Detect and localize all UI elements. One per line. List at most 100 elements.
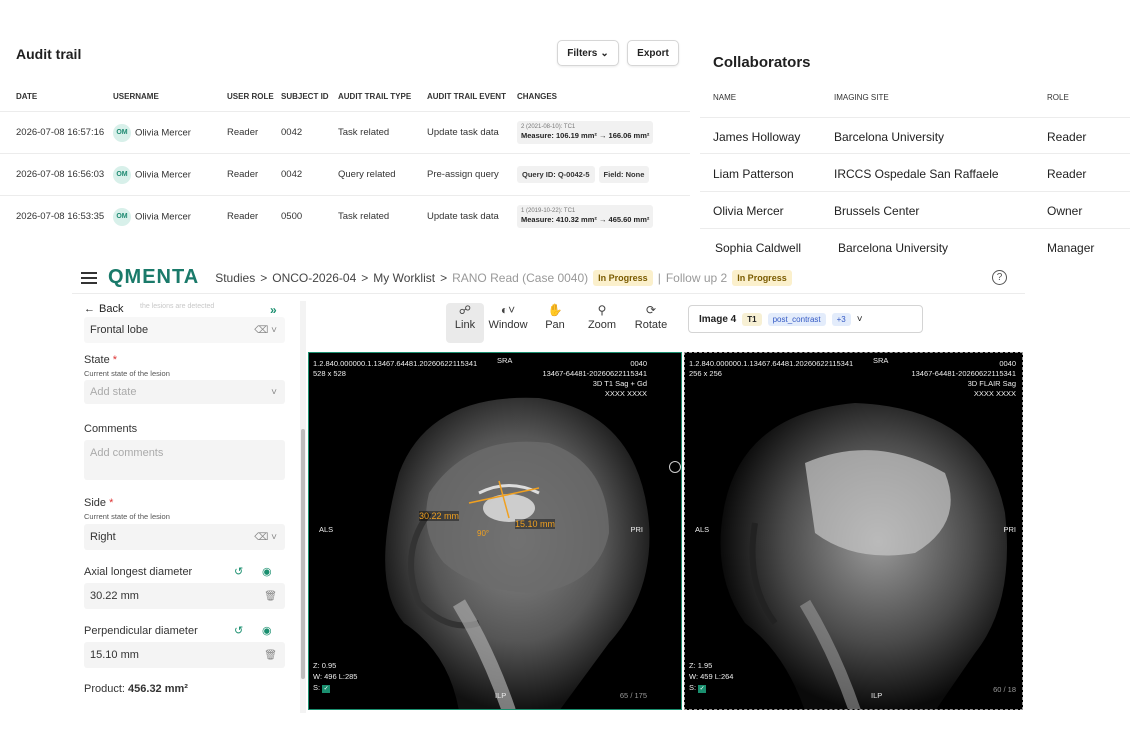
viewport-resize-handle[interactable] <box>669 461 681 473</box>
history-icon[interactable]: ↺ <box>234 565 243 578</box>
change-main: Measure: 106.19 mm² → 166.06 mm² <box>521 131 650 140</box>
orientation-left: ALS <box>319 525 334 534</box>
table-row[interactable]: 2026-07-08 16:57:16 OM Olivia Mercer Read… <box>0 111 690 154</box>
col-audit-type[interactable]: AUDIT TRAIL TYPE <box>338 86 427 112</box>
crumb-study[interactable]: ONCO-2026-04 <box>272 271 356 285</box>
sequence-name: 3D FLAIR Sag <box>967 379 1016 388</box>
tool-window[interactable]: ◐˅ Window <box>486 303 530 331</box>
status-badge: In Progress <box>593 269 653 286</box>
list-item[interactable]: James Holloway Barcelona University Read… <box>700 117 1130 154</box>
arrow-left-icon: ← <box>84 303 95 315</box>
table-row[interactable]: 2026-07-08 16:56:03 OM Olivia Mercer Read… <box>0 153 690 196</box>
list-item[interactable]: Liam Patterson IRCCS Ospedale San Raffae… <box>700 155 1130 192</box>
cell-username: OM Olivia Mercer <box>113 153 227 196</box>
cell-event: Update task data <box>427 195 517 238</box>
s-toggle[interactable]: S: ✓ <box>689 683 707 693</box>
dicom-uid: 1.2.840.000000.1.13467.64481.20260622115… <box>313 359 478 368</box>
tool-link[interactable]: ☍ Link <box>446 303 484 343</box>
measurement-axial[interactable]: 30.22 mm <box>419 511 460 521</box>
back-button[interactable]: ← Back <box>84 303 123 315</box>
pan-icon: ✋ <box>547 303 563 317</box>
target-icon[interactable]: ◉ <box>262 565 272 578</box>
window-level-readout: W: 496 L:285 <box>313 672 358 681</box>
orientation-bottom: ILP <box>495 691 507 700</box>
perpendicular-input[interactable]: 15.10 mm 🗑 <box>84 642 285 668</box>
dicom-sra: SRA <box>873 356 889 365</box>
image-selector[interactable]: Image 4 T1 post_contrast +3 ˅ <box>688 305 923 333</box>
tool-label: Link <box>454 319 476 331</box>
followup-label: Follow up 2 <box>665 270 728 285</box>
viewer-toolbar: ☍ Link ◐˅ Window ✋ Pan ⚲ Zoom ⟳ Rotate I… <box>308 295 1025 349</box>
panel-scrollbar[interactable] <box>300 301 306 713</box>
side-select[interactable]: Right ⌫ ˅ <box>84 524 285 550</box>
filters-button[interactable]: Filters ⌄ <box>557 40 619 66</box>
sequence-name: 3D T1 Sag + Gd <box>592 379 647 388</box>
col-changes[interactable]: CHANGES <box>517 86 690 112</box>
state-select[interactable]: Add state ˅ <box>84 380 285 404</box>
list-item[interactable]: Olivia Mercer Brussels Center Owner <box>700 192 1130 229</box>
change-box: 1 (2019-10-22): TC1 Measure: 410.32 mm² →… <box>517 205 654 229</box>
crumb-studies[interactable]: Studies <box>215 271 255 285</box>
side-subtitle: Current state of the lesion <box>84 512 170 521</box>
history-icon[interactable]: ↺ <box>234 624 243 637</box>
collab-name: Sophia Caldwell <box>715 241 802 255</box>
tag-more: +3 <box>831 312 851 326</box>
breadcrumb: Studies > ONCO-2026-04 > My Worklist > R… <box>215 269 792 286</box>
collab-name: Olivia Mercer <box>713 204 784 218</box>
col-date[interactable]: DATE <box>0 86 113 112</box>
measurement-perpendicular[interactable]: 15.10 mm <box>515 519 556 529</box>
col-username[interactable]: USERNAME <box>113 86 227 112</box>
trash-icon[interactable]: 🗑 <box>264 650 277 661</box>
col-audit-event[interactable]: AUDIT TRAIL EVENT <box>427 86 517 112</box>
double-chevron-right-icon[interactable]: » <box>270 303 277 317</box>
tool-rotate[interactable]: ⟳ Rotate <box>630 303 672 331</box>
orientation-bottom: ILP <box>871 691 883 700</box>
location-field[interactable]: Frontal lobe ⌫ ˅ <box>84 317 285 343</box>
zoom-icon: ⚲ <box>597 303 607 317</box>
audit-table-header: DATE USERNAME USER ROLE SUBJECT ID AUDIT… <box>0 86 690 112</box>
cell-date: 2026-07-08 16:53:35 <box>0 195 113 238</box>
mri-sagittal-flair-image <box>720 403 1007 709</box>
help-icon[interactable]: ? <box>992 270 1007 285</box>
table-row[interactable]: 2026-07-08 16:53:35 OM Olivia Mercer Read… <box>0 195 690 238</box>
avatar: OM <box>113 207 131 226</box>
change-small: 2 (2021-08-10): TC1 <box>521 124 576 130</box>
crumb-worklist[interactable]: My Worklist <box>373 271 435 285</box>
frame-counter: 65 / 175 <box>619 691 647 700</box>
col-imaging-site: IMAGING SITE <box>834 93 889 102</box>
window-icon: ◐˅ <box>500 303 516 317</box>
list-item[interactable]: Sophia Caldwell Barcelona University Man… <box>700 229 1130 266</box>
viewport-t1[interactable]: 1.2.840.000000.1.13467.64481.20260622115… <box>308 352 682 710</box>
audit-trail-title: Audit trail <box>16 46 82 62</box>
trash-icon[interactable]: 🗑 <box>264 591 277 602</box>
eraser-chevron-icon[interactable]: ⌫ ˅ <box>254 325 277 336</box>
tool-pan[interactable]: ✋ Pan <box>536 303 574 331</box>
viewport-flair[interactable]: 1.2.840.000000.1.13467.64481.20260622115… <box>684 352 1023 710</box>
collab-role: Owner <box>1047 204 1083 218</box>
cell-changes: Query ID: Q-0042-5 Field: None <box>517 153 690 196</box>
chevron-right-icon: > <box>361 270 369 285</box>
series-id: 13467-64481-20260622115341 <box>911 369 1016 378</box>
s-toggle[interactable]: S: ✓ <box>313 683 331 693</box>
comments-placeholder: Add comments <box>90 447 164 459</box>
tool-label: Pan <box>545 319 565 331</box>
target-icon[interactable]: ◉ <box>262 624 272 637</box>
chevron-down-icon: ˅ <box>856 313 863 325</box>
chevron-down-icon: ⌄ <box>600 47 609 59</box>
change-box: 2 (2021-08-10): TC1 Measure: 106.19 mm² →… <box>517 121 654 144</box>
col-subject-id[interactable]: SUBJECT ID <box>281 86 338 112</box>
export-button[interactable]: Export <box>627 40 679 66</box>
col-user-role[interactable]: USER ROLE <box>227 86 281 112</box>
comments-input[interactable]: Add comments <box>84 440 285 480</box>
qmenta-logo[interactable]: QMENTA <box>108 266 199 289</box>
series-id: 13467-64481-20260622115341 <box>542 369 647 378</box>
viewer-topbar: QMENTA Studies > ONCO-2026-04 > My Workl… <box>72 262 1025 294</box>
eraser-chevron-icon[interactable]: ⌫ ˅ <box>254 532 277 543</box>
hamburger-menu-icon[interactable] <box>80 271 98 285</box>
chevron-down-icon: ˅ <box>271 386 277 398</box>
collab-role: Reader <box>1047 167 1087 181</box>
cell-subject: 0042 <box>281 111 338 154</box>
axial-input[interactable]: 30.22 mm 🗑 <box>84 583 285 609</box>
query-id-chip: Query ID: Q-0042-5 <box>517 166 595 183</box>
tool-zoom[interactable]: ⚲ Zoom <box>583 303 621 331</box>
